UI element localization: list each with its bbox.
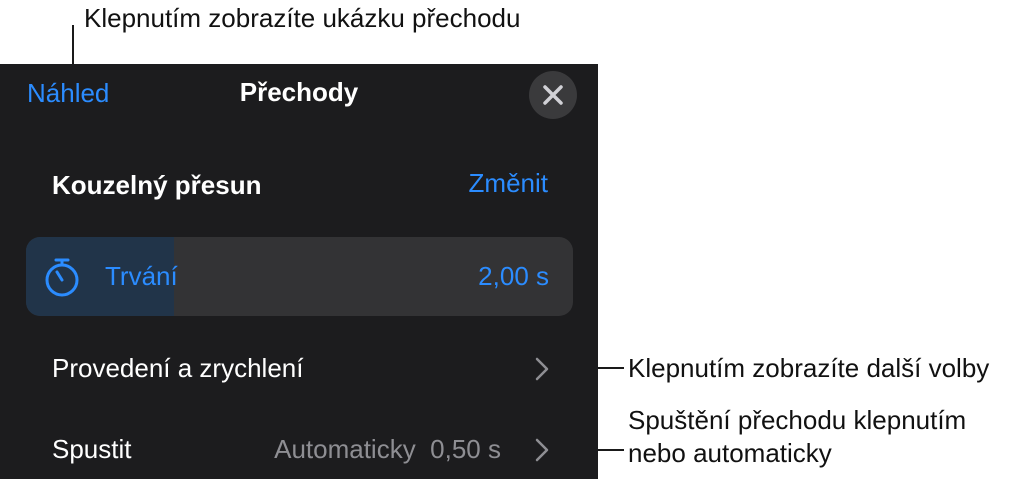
callout-preview: Klepnutím zobrazíte ukázku přechodu	[84, 3, 521, 33]
callout-start-line1: Spuštění přechodu klepnutím	[628, 405, 967, 435]
close-icon	[543, 85, 563, 105]
callout-start-line2: nebo automaticky	[628, 438, 832, 468]
change-button[interactable]: Změnit	[469, 168, 548, 199]
duration-label: Trvání	[105, 261, 178, 291]
effect-name: Kouzelný přesun	[52, 170, 262, 200]
callout-more-options: Klepnutím zobrazíte další volby	[628, 353, 990, 383]
panel-title: Přechody	[239, 77, 359, 107]
option-value-start: Automaticky 0,50 s	[274, 434, 501, 464]
duration-value: 2,00 s	[478, 261, 549, 291]
transitions-panel: Náhled Přechody Kouzelný přesun Změnit T…	[0, 64, 598, 479]
callout-preview-line	[72, 25, 74, 65]
option-label-delivery: Provedení a zrychlení	[52, 353, 304, 383]
chevron-right-icon	[535, 438, 549, 462]
option-label-start: Spustit	[52, 434, 132, 464]
stopwatch-icon	[45, 258, 79, 297]
chevron-right-icon	[535, 357, 549, 381]
duration-slider[interactable]: Trvání 2,00 s	[26, 237, 573, 316]
close-button[interactable]	[529, 71, 577, 119]
